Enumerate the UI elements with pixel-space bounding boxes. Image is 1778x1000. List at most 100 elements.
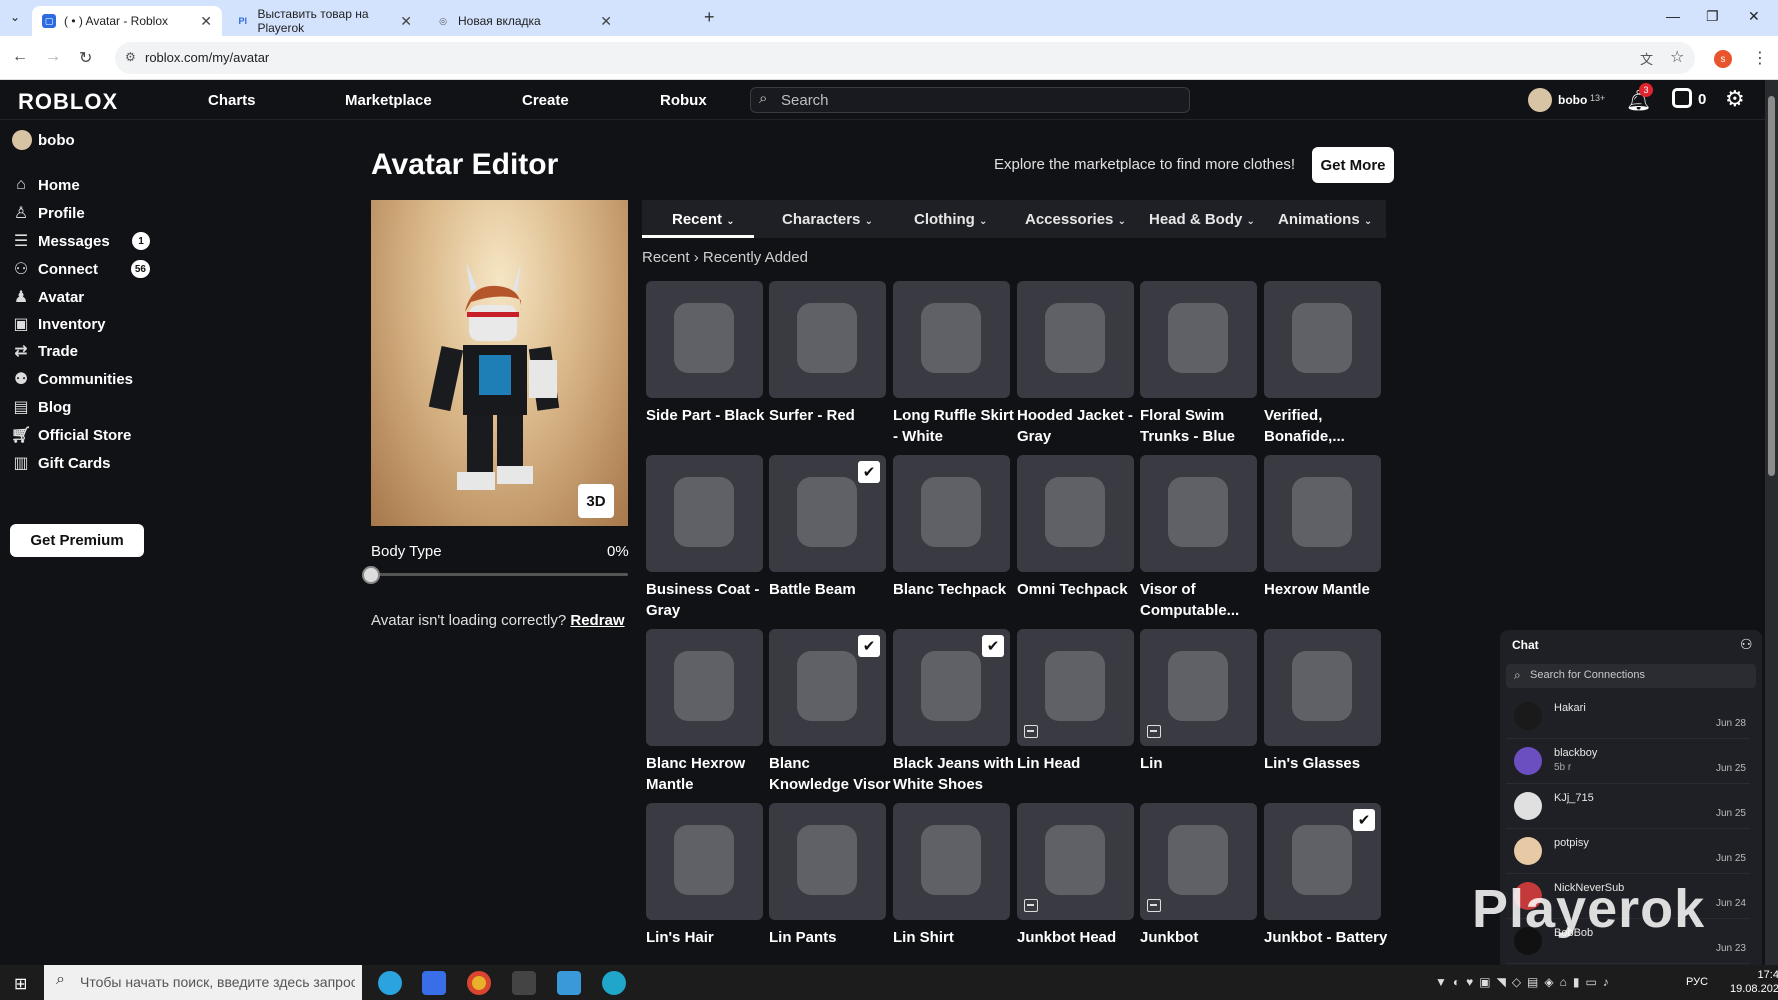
item-thumbnail[interactable]	[893, 803, 1010, 920]
chat-row[interactable]: blackboy 5b r Jun 25	[1506, 739, 1750, 784]
bookmark-star-icon[interactable]: ☆	[1670, 47, 1684, 67]
sidebar-item-avatar[interactable]: ♟ Avatar	[10, 284, 150, 310]
sidebar-item-trade[interactable]: ⇄ Trade	[10, 338, 150, 364]
sidebar-item-gift-cards[interactable]: ▥ Gift Cards	[10, 450, 150, 476]
page-scrollbar[interactable]	[1765, 80, 1778, 965]
sidebar-avatar[interactable]	[12, 130, 32, 150]
minimize-icon[interactable]: —	[1666, 8, 1680, 24]
translate-icon[interactable]: 文	[1640, 49, 1653, 68]
new-tab-icon[interactable]: +	[704, 7, 715, 28]
browser-menu-icon[interactable]: ⋮	[1752, 48, 1768, 68]
sidebar-item-connect[interactable]: ⚇ Connect 56	[10, 256, 150, 282]
item-thumbnail[interactable]	[1264, 455, 1381, 572]
roblox-app-icon[interactable]	[422, 971, 446, 995]
item-thumbnail[interactable]	[1140, 803, 1257, 920]
taskbar-search-input[interactable]	[80, 974, 355, 990]
item-thumbnail[interactable]	[1017, 455, 1134, 572]
telegram-icon[interactable]	[378, 971, 402, 995]
monitor-app-icon[interactable]	[557, 971, 581, 995]
item-thumbnail[interactable]	[646, 629, 763, 746]
url-field[interactable]: ⚙ roblox.com/my/avatar 文 ☆	[115, 42, 1695, 74]
close-tab-icon[interactable]: ✕	[600, 13, 612, 30]
item-thumbnail[interactable]	[1017, 281, 1134, 398]
browser-tab-roblox[interactable]: ▢ ( • ) Avatar - Roblox ✕	[32, 6, 222, 36]
chat-row[interactable]: Hakari Jun 28	[1506, 694, 1750, 739]
get-more-button[interactable]: Get More	[1312, 147, 1394, 183]
edge-icon[interactable]	[602, 971, 626, 995]
item-thumbnail[interactable]	[1140, 281, 1257, 398]
tab-clothing[interactable]: Clothing ⌄	[914, 211, 987, 228]
nav-marketplace[interactable]: Marketplace	[345, 92, 432, 109]
mouse-app-icon[interactable]	[512, 971, 536, 995]
close-tab-icon[interactable]: ✕	[400, 13, 412, 30]
nav-create[interactable]: Create	[522, 92, 569, 109]
get-premium-button[interactable]: Get Premium	[10, 524, 144, 557]
tab-list-icon[interactable]: ⌄	[10, 10, 20, 24]
toggle-3d-button[interactable]: 3D	[578, 484, 614, 518]
item-thumbnail[interactable]	[1264, 629, 1381, 746]
sidebar-item-profile[interactable]: ♙ Profile	[10, 200, 150, 226]
sidebar-item-home[interactable]: ⌂ Home	[10, 172, 150, 198]
browser-tab-new[interactable]: ◎ Новая вкладка ✕	[426, 6, 622, 36]
item-thumbnail[interactable]	[1017, 803, 1134, 920]
tab-accessories[interactable]: Accessories ⌄	[1025, 211, 1126, 228]
settings-gear-icon[interactable]: ⚙	[1725, 86, 1745, 112]
scrollbar-thumb[interactable]	[1768, 96, 1775, 476]
site-info-icon[interactable]: ⚙	[125, 50, 136, 64]
breadcrumb-root[interactable]: Recent	[642, 249, 690, 266]
back-icon[interactable]: ←	[12, 48, 28, 66]
item-thumbnail[interactable]	[1264, 281, 1381, 398]
item-thumbnail[interactable]: ✔	[769, 629, 886, 746]
clock[interactable]: 17:45 19.08.2025	[1730, 968, 1778, 996]
sidebar-item-official-store[interactable]: 🛒︎ Official Store	[10, 422, 150, 448]
chat-title[interactable]: Chat	[1512, 638, 1539, 652]
body-type-slider-thumb[interactable]	[362, 566, 380, 584]
avatar-preview[interactable]: 3D	[371, 200, 628, 526]
reload-icon[interactable]: ↻	[79, 48, 92, 68]
profile-avatar[interactable]: s	[1714, 50, 1732, 68]
header-username[interactable]: bobo	[1558, 93, 1587, 107]
item-thumbnail[interactable]	[646, 281, 763, 398]
redraw-link[interactable]: Redraw	[570, 612, 624, 629]
nav-charts[interactable]: Charts	[208, 92, 256, 109]
add-friends-icon[interactable]: ⚇	[1740, 636, 1753, 653]
nav-robux[interactable]: Robux	[660, 92, 707, 109]
item-thumbnail[interactable]: ✔	[1264, 803, 1381, 920]
search-input[interactable]	[781, 91, 1181, 109]
item-thumbnail[interactable]	[1140, 629, 1257, 746]
item-thumbnail[interactable]: ✔	[893, 629, 1010, 746]
chrome-icon[interactable]	[467, 971, 491, 995]
sidebar-item-messages[interactable]: ☰ Messages 1	[10, 228, 150, 254]
chat-row[interactable]: potpisy Jun 25	[1506, 829, 1750, 874]
robux-icon[interactable]	[1672, 88, 1692, 108]
item-thumbnail[interactable]: ✔	[769, 455, 886, 572]
sidebar-item-communities[interactable]: ⚉ Communities	[10, 366, 150, 392]
keyboard-language[interactable]: РУС	[1686, 976, 1708, 988]
user-avatar[interactable]	[1528, 88, 1552, 112]
sidebar-item-blog[interactable]: ▤ Blog	[10, 394, 150, 420]
chat-search-input[interactable]	[1530, 669, 1750, 681]
item-thumbnail[interactable]	[893, 455, 1010, 572]
chat-row[interactable]: KJj_715 Jun 25	[1506, 784, 1750, 829]
restore-icon[interactable]: ❐	[1706, 8, 1719, 25]
sidebar-username[interactable]: bobo	[38, 132, 75, 149]
close-window-icon[interactable]: ✕	[1748, 8, 1760, 25]
item-thumbnail[interactable]	[646, 803, 763, 920]
tab-head-body[interactable]: Head & Body ⌄	[1149, 211, 1255, 228]
item-thumbnail[interactable]	[646, 455, 763, 572]
windows-start-icon[interactable]: ⊞	[14, 974, 27, 994]
tab-recent[interactable]: Recent ⌄	[672, 211, 735, 228]
forward-icon[interactable]: →	[45, 48, 61, 66]
tray-icons[interactable]: ▼◐♥▣◥◇▤◈⌂▮▭♪	[1435, 975, 1615, 989]
item-thumbnail[interactable]	[893, 281, 1010, 398]
roblox-logo[interactable]: ROBLOX	[18, 89, 118, 115]
body-type-slider[interactable]	[371, 573, 628, 576]
item-thumbnail[interactable]	[769, 803, 886, 920]
tab-animations[interactable]: Animations ⌄	[1278, 211, 1372, 228]
item-thumbnail[interactable]	[1140, 455, 1257, 572]
tab-characters[interactable]: Characters ⌄	[782, 211, 873, 228]
item-thumbnail[interactable]	[769, 281, 886, 398]
close-tab-icon[interactable]: ✕	[200, 13, 212, 30]
sidebar-item-inventory[interactable]: ▣ Inventory	[10, 311, 150, 337]
item-thumbnail[interactable]	[1017, 629, 1134, 746]
